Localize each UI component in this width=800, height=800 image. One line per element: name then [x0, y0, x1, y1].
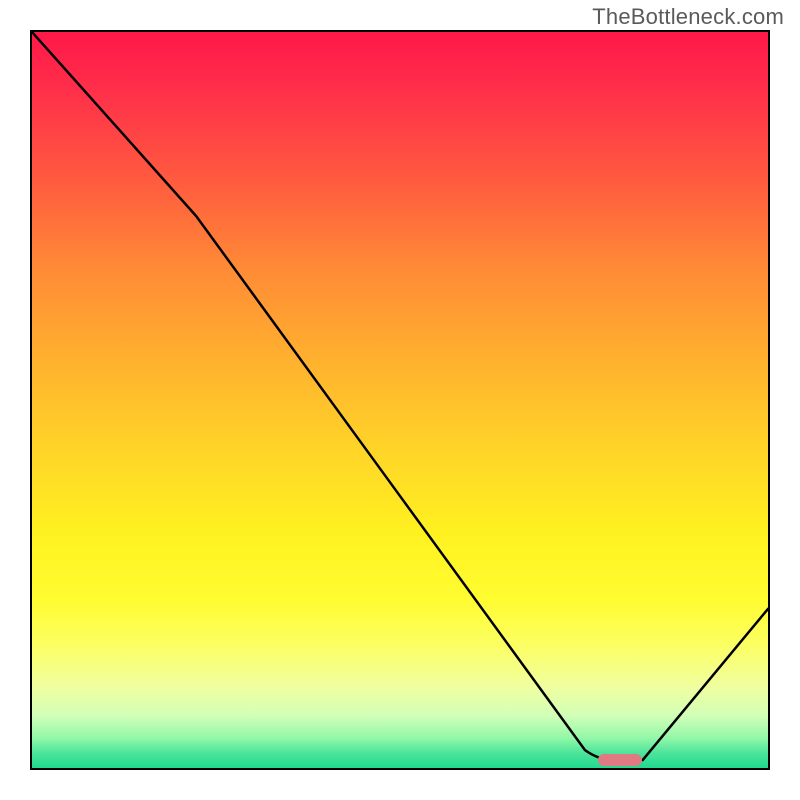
optimal-marker [598, 754, 642, 766]
chart-line-svg [32, 32, 768, 768]
chart-container [30, 30, 770, 770]
watermark-text: TheBottleneck.com [592, 4, 784, 30]
chart-curve-path [32, 32, 768, 760]
